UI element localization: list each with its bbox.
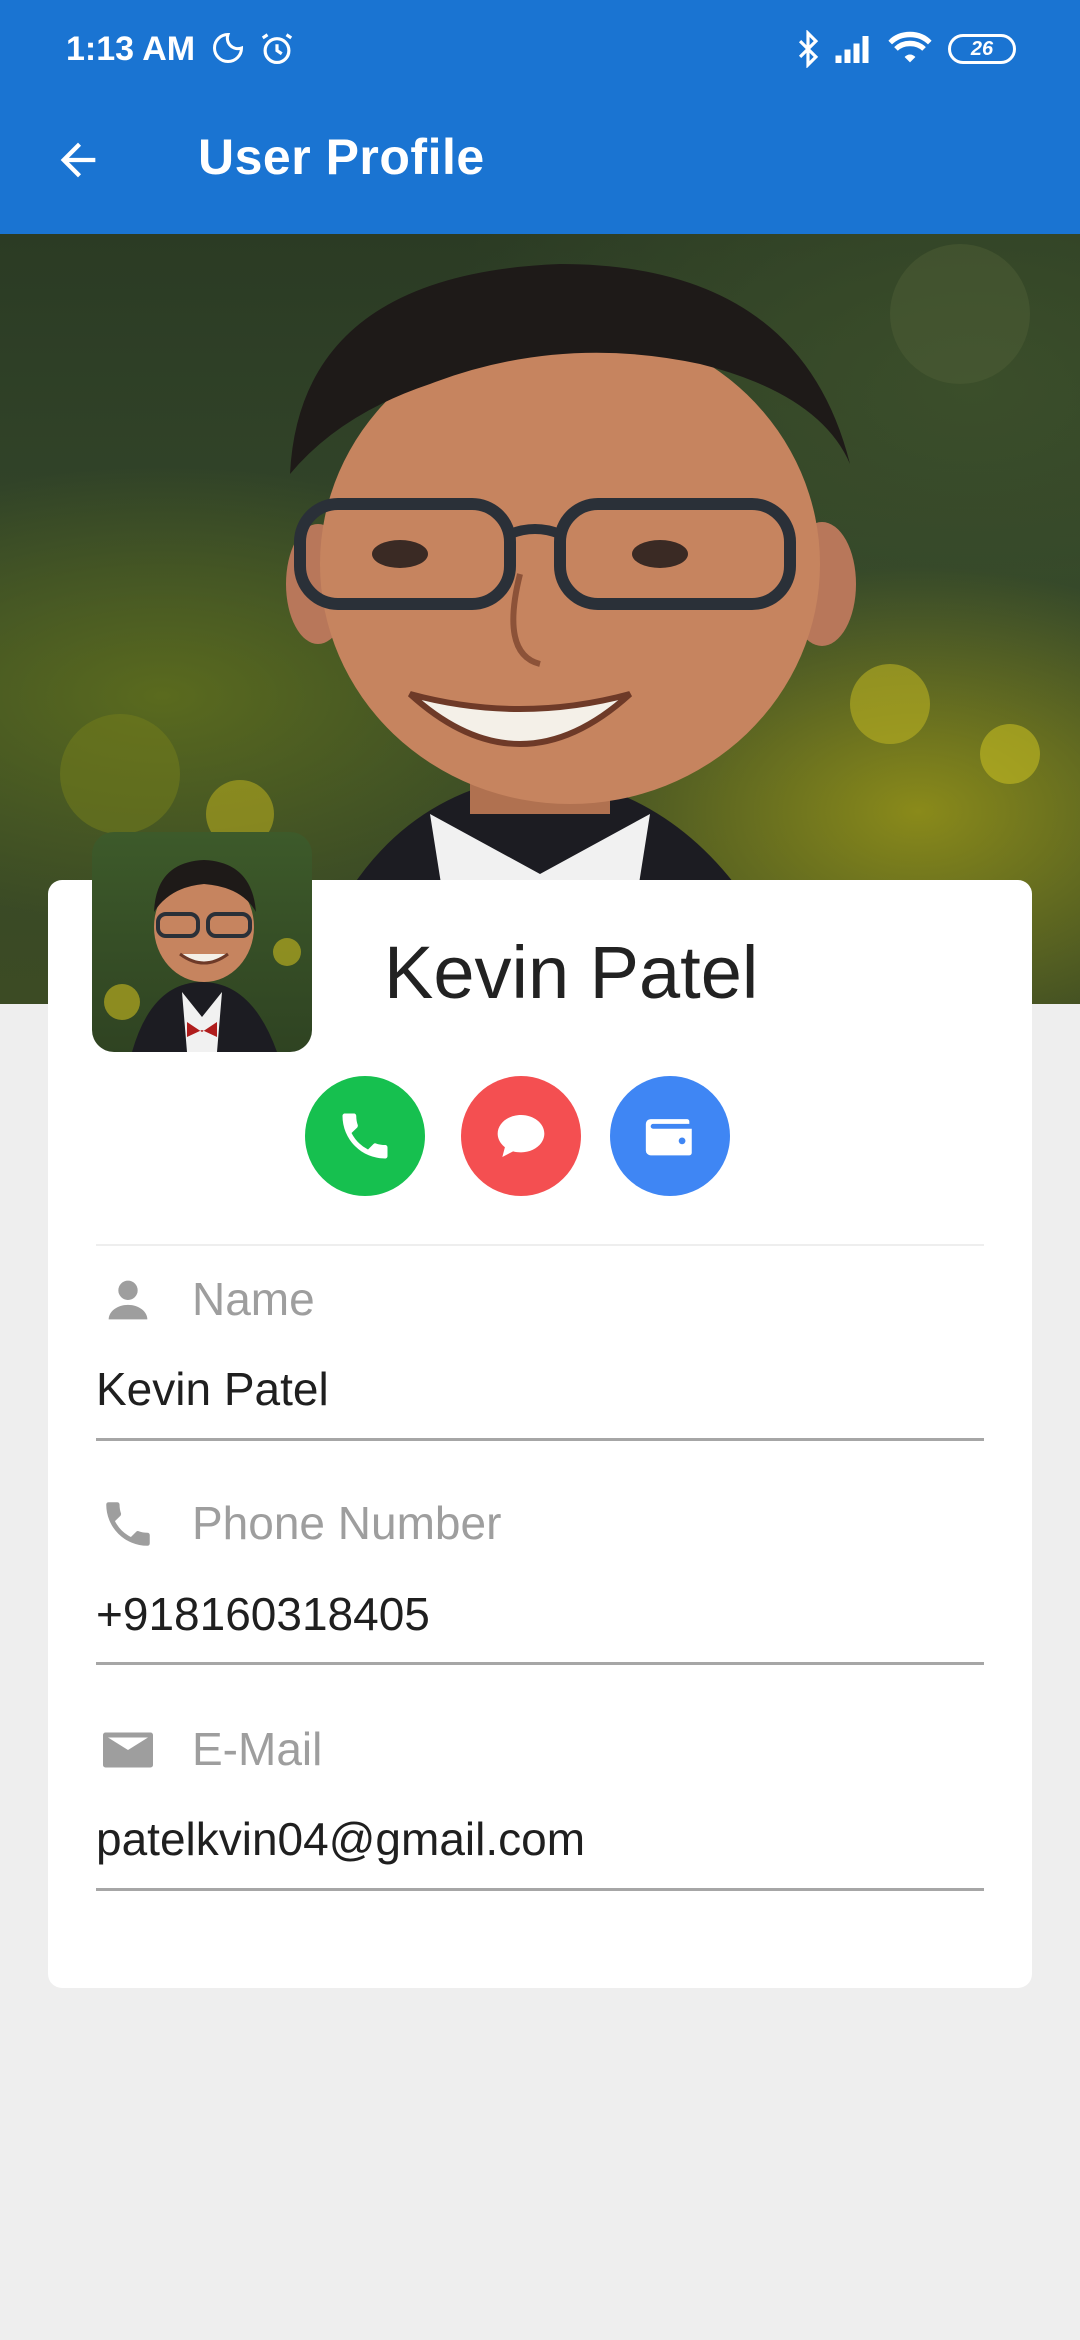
app-bar: User Profile bbox=[0, 100, 1080, 234]
avatar[interactable] bbox=[92, 832, 312, 1052]
back-button[interactable] bbox=[44, 126, 112, 194]
bluetooth-icon bbox=[794, 29, 822, 73]
call-button[interactable] bbox=[305, 1076, 425, 1196]
signal-icon bbox=[834, 30, 876, 71]
email-field[interactable]: patelkvin04@gmail.com bbox=[96, 1812, 585, 1866]
alarm-icon bbox=[258, 30, 296, 73]
person-icon bbox=[98, 1270, 158, 1330]
email-underline bbox=[96, 1888, 984, 1891]
divider bbox=[96, 1244, 984, 1246]
name-underline bbox=[96, 1438, 984, 1441]
chat-bubble-icon bbox=[497, 1115, 545, 1157]
moon-icon bbox=[210, 30, 246, 71]
phone-underline bbox=[96, 1662, 984, 1665]
name-field[interactable]: Kevin Patel bbox=[96, 1362, 329, 1416]
name-label: Name bbox=[192, 1273, 315, 1325]
battery-level: 26 bbox=[970, 37, 994, 60]
mail-icon bbox=[98, 1720, 158, 1780]
page-title: User Profile bbox=[198, 129, 485, 185]
profile-name: Kevin Patel bbox=[384, 931, 759, 1014]
status-bar: 1:13 AM 26 bbox=[0, 0, 1080, 100]
phone-field[interactable]: +918160318405 bbox=[96, 1587, 430, 1641]
battery-icon: 26 bbox=[948, 34, 1016, 64]
email-label: E-Mail bbox=[192, 1723, 323, 1775]
wifi-icon bbox=[888, 30, 932, 71]
phone-icon bbox=[98, 1494, 158, 1554]
wallet-button[interactable] bbox=[610, 1076, 730, 1196]
arrow-back-icon bbox=[60, 142, 96, 178]
message-button[interactable] bbox=[461, 1076, 581, 1196]
phone-icon bbox=[342, 1113, 388, 1159]
top-bar: 1:13 AM 26 User Profile bbox=[0, 0, 1080, 234]
phone-label: Phone Number bbox=[192, 1497, 502, 1549]
wallet-icon bbox=[645, 1119, 692, 1156]
status-time: 1:13 AM bbox=[66, 30, 196, 68]
